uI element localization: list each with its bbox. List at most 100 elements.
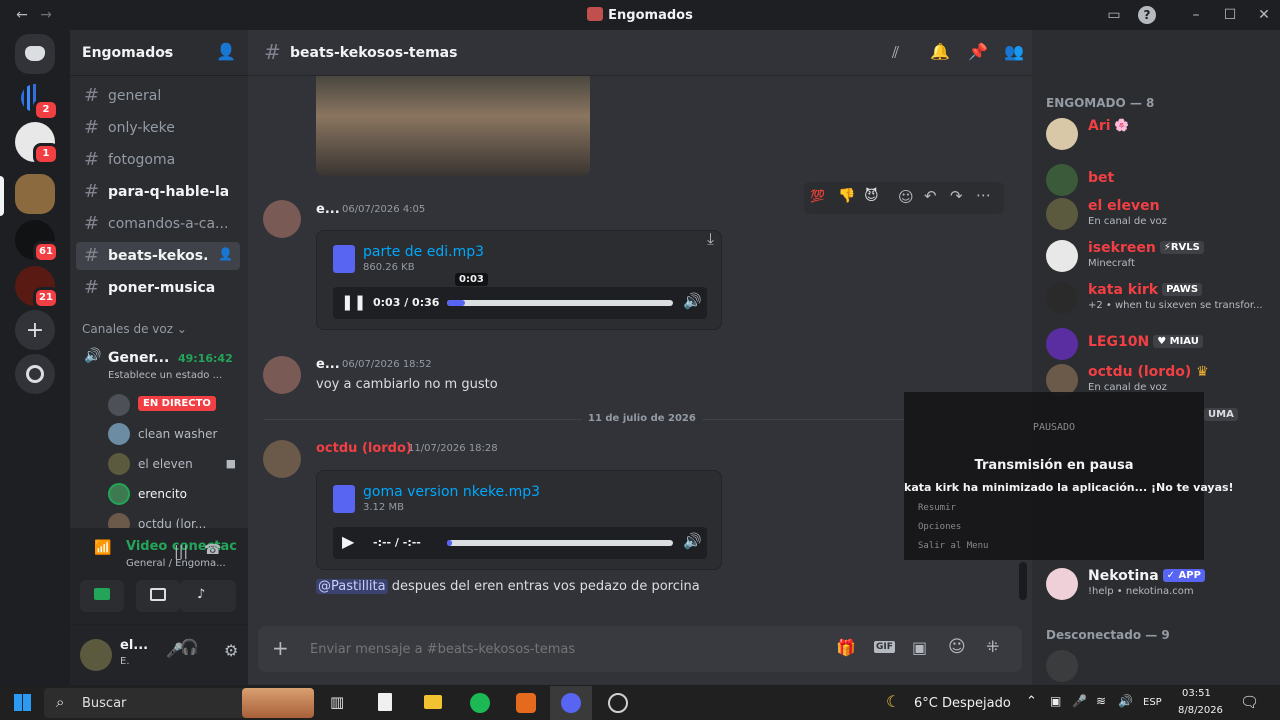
member-item[interactable]: Nekotina ✓ APP !help • nekotina.com bbox=[1046, 564, 1266, 604]
close-icon[interactable]: ✕ bbox=[1254, 5, 1274, 25]
overlay-option[interactable]: Resumir bbox=[918, 503, 956, 513]
reaction-thumbsdown-icon[interactable]: 👎 bbox=[838, 188, 855, 204]
gift-icon[interactable]: 🎁 bbox=[836, 638, 856, 657]
message-author[interactable]: e... bbox=[316, 202, 340, 217]
voice-channel-general[interactable]: 🔊 Gener... 49:16:42 Establece un estado … bbox=[76, 344, 240, 384]
more-options-icon[interactable]: ⋯ bbox=[976, 186, 991, 204]
channel-fotogoma[interactable]: # fotogoma bbox=[76, 146, 240, 174]
emoji-icon[interactable]: ☺ bbox=[948, 637, 966, 657]
reply-icon[interactable]: ↶ bbox=[924, 187, 937, 205]
author-avatar[interactable] bbox=[263, 356, 301, 394]
fl-studio-icon[interactable] bbox=[516, 693, 536, 713]
voice-user[interactable]: clean washer bbox=[108, 421, 242, 447]
minimize-icon[interactable]: – bbox=[1186, 5, 1206, 25]
pin-icon[interactable]: 📌 bbox=[968, 42, 988, 61]
author-avatar[interactable] bbox=[263, 200, 301, 238]
server-avatar-4[interactable]: 21 bbox=[15, 266, 59, 309]
forward-icon[interactable]: ↷ bbox=[950, 187, 963, 205]
gif-icon[interactable]: GIF bbox=[874, 641, 895, 653]
screen-share-button[interactable] bbox=[136, 580, 180, 612]
image-attachment[interactable] bbox=[316, 76, 590, 176]
volume-icon[interactable]: 🔊 bbox=[683, 532, 702, 550]
play-icon[interactable]: ▶ bbox=[342, 532, 354, 551]
volume-tray-icon[interactable]: 🔊 bbox=[1118, 694, 1133, 708]
voice-user[interactable]: EN DIRECTO bbox=[108, 392, 242, 418]
notification-bell-icon[interactable]: 🔔 bbox=[930, 42, 950, 61]
user-avatar[interactable] bbox=[80, 639, 112, 671]
channel-para-q-hable[interactable]: #para-q-hable-la... bbox=[76, 178, 240, 206]
signal-icon[interactable]: 📶 bbox=[94, 540, 111, 556]
channel-comandos[interactable]: # comandos-a-ca... bbox=[76, 210, 240, 238]
input-language[interactable]: ESP bbox=[1143, 697, 1162, 708]
sticker-icon[interactable]: ▣ bbox=[912, 638, 927, 657]
pause-icon[interactable]: ❚❚ bbox=[341, 293, 366, 311]
server-audio[interactable]: 2 bbox=[15, 78, 59, 121]
show-hidden-icons-chevron-icon[interactable]: ⌃ bbox=[1026, 694, 1037, 709]
threads-icon[interactable]: ⫽ bbox=[892, 43, 899, 63]
headphones-button[interactable]: 🎧 bbox=[180, 636, 204, 660]
reaction-100-icon[interactable]: 💯 bbox=[810, 189, 825, 203]
member-item[interactable]: Ari 🌸 bbox=[1046, 114, 1266, 154]
reaction-emoji-icon[interactable]: 😈 bbox=[864, 188, 879, 204]
add-reaction-icon[interactable]: ☺ bbox=[898, 188, 914, 206]
audio-progress-track[interactable] bbox=[447, 540, 673, 546]
member-list-icon[interactable]: 👥 bbox=[1004, 42, 1024, 61]
discord-home-button[interactable] bbox=[15, 34, 55, 74]
member-item[interactable]: el eleven En canal de voz bbox=[1046, 194, 1266, 234]
voice-user[interactable]: octdu (lor... bbox=[108, 511, 242, 529]
audio-progress-track[interactable] bbox=[447, 300, 673, 306]
volume-icon[interactable]: 🔊 bbox=[683, 292, 702, 310]
voice-category[interactable]: Canales de voz ⌄ bbox=[82, 322, 187, 336]
taskbar-search[interactable]: ⌕ Buscar bbox=[44, 688, 314, 718]
voice-user[interactable]: el eleven ■ bbox=[108, 451, 242, 477]
explore-servers-button[interactable] bbox=[15, 354, 55, 394]
server-engomados[interactable] bbox=[15, 174, 55, 214]
channel-poner-musica[interactable]: # poner-musica bbox=[76, 274, 240, 302]
tray-app-icon[interactable]: ▣ bbox=[1050, 694, 1061, 708]
member-item[interactable]: LEG10N ♥ MIAU bbox=[1046, 324, 1266, 364]
microphone-tray-icon[interactable]: 🎤 bbox=[1072, 694, 1087, 708]
voice-status-text[interactable]: Establece un estado ... bbox=[108, 370, 222, 381]
server-header[interactable]: Engomados ⌄ 👤 bbox=[70, 30, 248, 76]
discord-taskbar-button[interactable] bbox=[550, 686, 592, 720]
maximize-icon[interactable]: ☐ bbox=[1220, 5, 1240, 25]
message-input[interactable] bbox=[310, 636, 810, 662]
disconnect-icon[interactable]: ☎ bbox=[204, 542, 221, 558]
help-icon[interactable]: ? bbox=[1138, 6, 1156, 24]
invite-icon[interactable]: 👤 bbox=[218, 247, 233, 261]
soundboard-button[interactable]: ♪ bbox=[180, 580, 228, 612]
server-avatar-3[interactable]: 61 bbox=[15, 220, 59, 263]
settings-gear-icon[interactable]: ⚙ bbox=[224, 641, 238, 660]
channel-beats-kekosos[interactable]: # beats-kekos... 👤 bbox=[76, 242, 240, 270]
notepad-app-icon[interactable] bbox=[378, 693, 392, 711]
apps-icon[interactable]: ⁜ bbox=[986, 637, 999, 656]
noise-suppression-icon[interactable]: ||| bbox=[174, 544, 188, 560]
inbox-icon[interactable]: ▭ bbox=[1104, 5, 1124, 25]
server-avatar-1[interactable]: 1 bbox=[15, 122, 59, 165]
task-view-icon[interactable]: ▥ bbox=[330, 693, 344, 711]
camera-button[interactable] bbox=[80, 580, 124, 612]
message-author[interactable]: e... bbox=[316, 357, 340, 372]
member-item[interactable]: kata kirk PAWS +2 • when tu sixeven se tr… bbox=[1046, 278, 1266, 318]
weather-text[interactable]: 6°C Despejado bbox=[914, 696, 1011, 711]
attach-plus-icon[interactable]: + bbox=[272, 636, 289, 660]
chat-scrollbar[interactable] bbox=[1019, 562, 1027, 600]
channel-general[interactable]: # general bbox=[76, 82, 240, 110]
member-item[interactable]: isekreen ⚡RVLS Minecraft bbox=[1046, 236, 1266, 276]
add-member-icon[interactable]: 👤 bbox=[216, 42, 236, 61]
clock-time[interactable]: 03:51 bbox=[1182, 688, 1211, 699]
obs-app-icon[interactable] bbox=[608, 693, 628, 713]
download-icon[interactable]: ⤓ bbox=[707, 229, 714, 249]
windows-start-icon[interactable] bbox=[14, 694, 31, 711]
voice-user[interactable]: erencito bbox=[108, 481, 242, 507]
audio-file-name[interactable]: goma version nkeke.mp3 bbox=[363, 484, 540, 500]
clock-date[interactable]: 8/8/2026 bbox=[1178, 705, 1223, 716]
user-mention[interactable]: @Pastillita bbox=[316, 579, 388, 594]
spotify-icon[interactable] bbox=[470, 693, 490, 713]
overlay-option[interactable]: Salir al Menu bbox=[918, 541, 988, 551]
member-item[interactable] bbox=[1046, 646, 1266, 682]
wifi-icon[interactable]: ≋ bbox=[1096, 694, 1106, 708]
add-server-button[interactable]: + bbox=[15, 310, 55, 350]
notifications-icon[interactable]: 🗨 bbox=[1240, 693, 1259, 711]
overlay-option[interactable]: Opciones bbox=[918, 522, 961, 532]
